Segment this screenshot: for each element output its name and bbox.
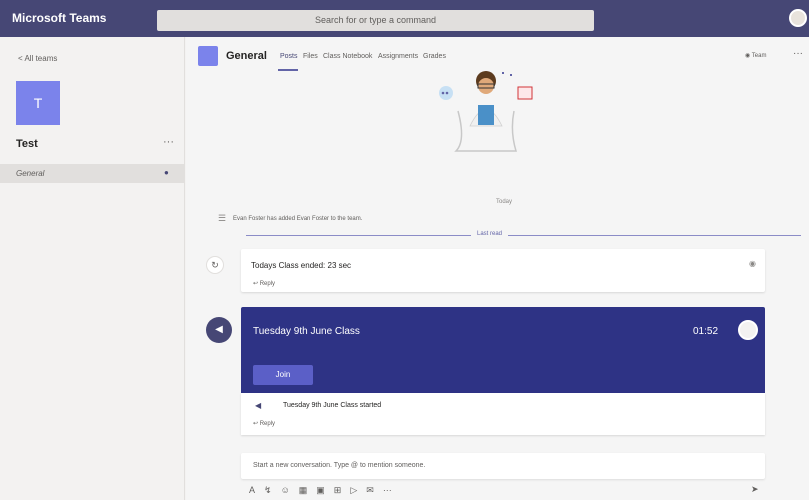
compose-placeholder: Start a new conversation. Type @ to ment… <box>253 462 426 469</box>
send-icon[interactable]: ➤ <box>751 484 759 495</box>
tab-assignments[interactable]: Assignments <box>378 53 418 60</box>
active-tab-indicator <box>278 69 298 71</box>
more-options-icon[interactable]: ··· <box>163 136 174 148</box>
tab-posts[interactable]: Posts <box>280 53 298 60</box>
tab-grades[interactable]: Grades <box>423 53 446 60</box>
meet-now-icon[interactable]: ⊞ <box>334 485 342 499</box>
sidebar-item-general[interactable]: General ● <box>0 164 185 183</box>
meeting-card: Tuesday 9th June Class 01:52 Join <box>241 307 765 393</box>
channel-name: General <box>16 169 45 178</box>
compose-box[interactable]: Start a new conversation. Type @ to ment… <box>241 453 765 479</box>
channel-tile <box>198 46 218 66</box>
reply-button[interactable]: ↩ Reply <box>253 280 275 287</box>
top-bar: Microsoft Teams Search for or type a com… <box>0 0 809 37</box>
tab-class-notebook[interactable]: Class Notebook <box>323 53 372 60</box>
stream-icon[interactable]: ▷ <box>350 485 357 499</box>
people-icon: ☰ <box>218 213 227 223</box>
meeting-started-text: Tuesday 9th June Class started <box>283 402 382 409</box>
praise-icon[interactable]: ✉ <box>366 485 374 499</box>
system-message: Evan Foster has added Evan Foster to the… <box>233 216 363 222</box>
team-button[interactable]: ◉ Team <box>745 52 766 59</box>
tab-files[interactable]: Files <box>303 53 318 60</box>
team-tile: T <box>16 81 60 125</box>
reply-button[interactable]: ↩ Reply <box>253 420 275 427</box>
search-input[interactable]: Search for or type a command <box>157 10 594 31</box>
more-options-icon[interactable]: ··· <box>383 485 392 499</box>
format-icon[interactable]: A <box>249 485 255 499</box>
video-camera-icon: ◀ <box>206 317 232 343</box>
channel-title: General <box>226 50 267 62</box>
meeting-ended-icon: ↻ <box>206 256 224 274</box>
app-title: Microsoft Teams <box>12 11 107 25</box>
emoji-icon[interactable]: ☺ <box>281 485 290 499</box>
sticker-icon[interactable]: ▣ <box>316 485 325 499</box>
attach-icon[interactable]: ↯ <box>264 485 272 499</box>
meeting-details: ◀ Tuesday 9th June Class started ↩ Reply <box>241 393 765 435</box>
avatar[interactable] <box>789 9 807 27</box>
last-read-divider <box>246 235 801 236</box>
team-name[interactable]: Test <box>16 138 38 150</box>
meeting-title: Tuesday 9th June Class <box>253 326 360 337</box>
meeting-duration: 01:52 <box>693 326 719 337</box>
all-teams-link[interactable]: < All teams <box>18 54 57 63</box>
join-button[interactable]: Join <box>253 365 313 385</box>
post-card[interactable]: Todays Class ended: 23 sec ↩ Reply ◉ <box>241 249 765 292</box>
pin-icon: ● <box>164 168 169 177</box>
more-options-icon[interactable]: ··· <box>793 48 803 59</box>
last-read-label: Last read <box>471 231 509 237</box>
left-panel: < All teams T Test ··· General ● <box>0 37 185 500</box>
gif-icon[interactable]: ▦ <box>299 485 308 499</box>
main-panel: General Posts Files Class Notebook Assig… <box>186 37 809 500</box>
welcome-illustration <box>439 71 533 152</box>
avatar <box>738 320 758 340</box>
video-camera-icon: ◀ <box>255 401 262 410</box>
day-separator: Today <box>496 199 513 205</box>
compose-toolbar: A ↯ ☺ ▦ ▣ ⊞ ▷ ✉ ··· <box>249 485 392 499</box>
post-text: Todays Class ended: 23 sec <box>251 261 352 270</box>
reaction-icon[interactable]: ◉ <box>749 259 756 268</box>
